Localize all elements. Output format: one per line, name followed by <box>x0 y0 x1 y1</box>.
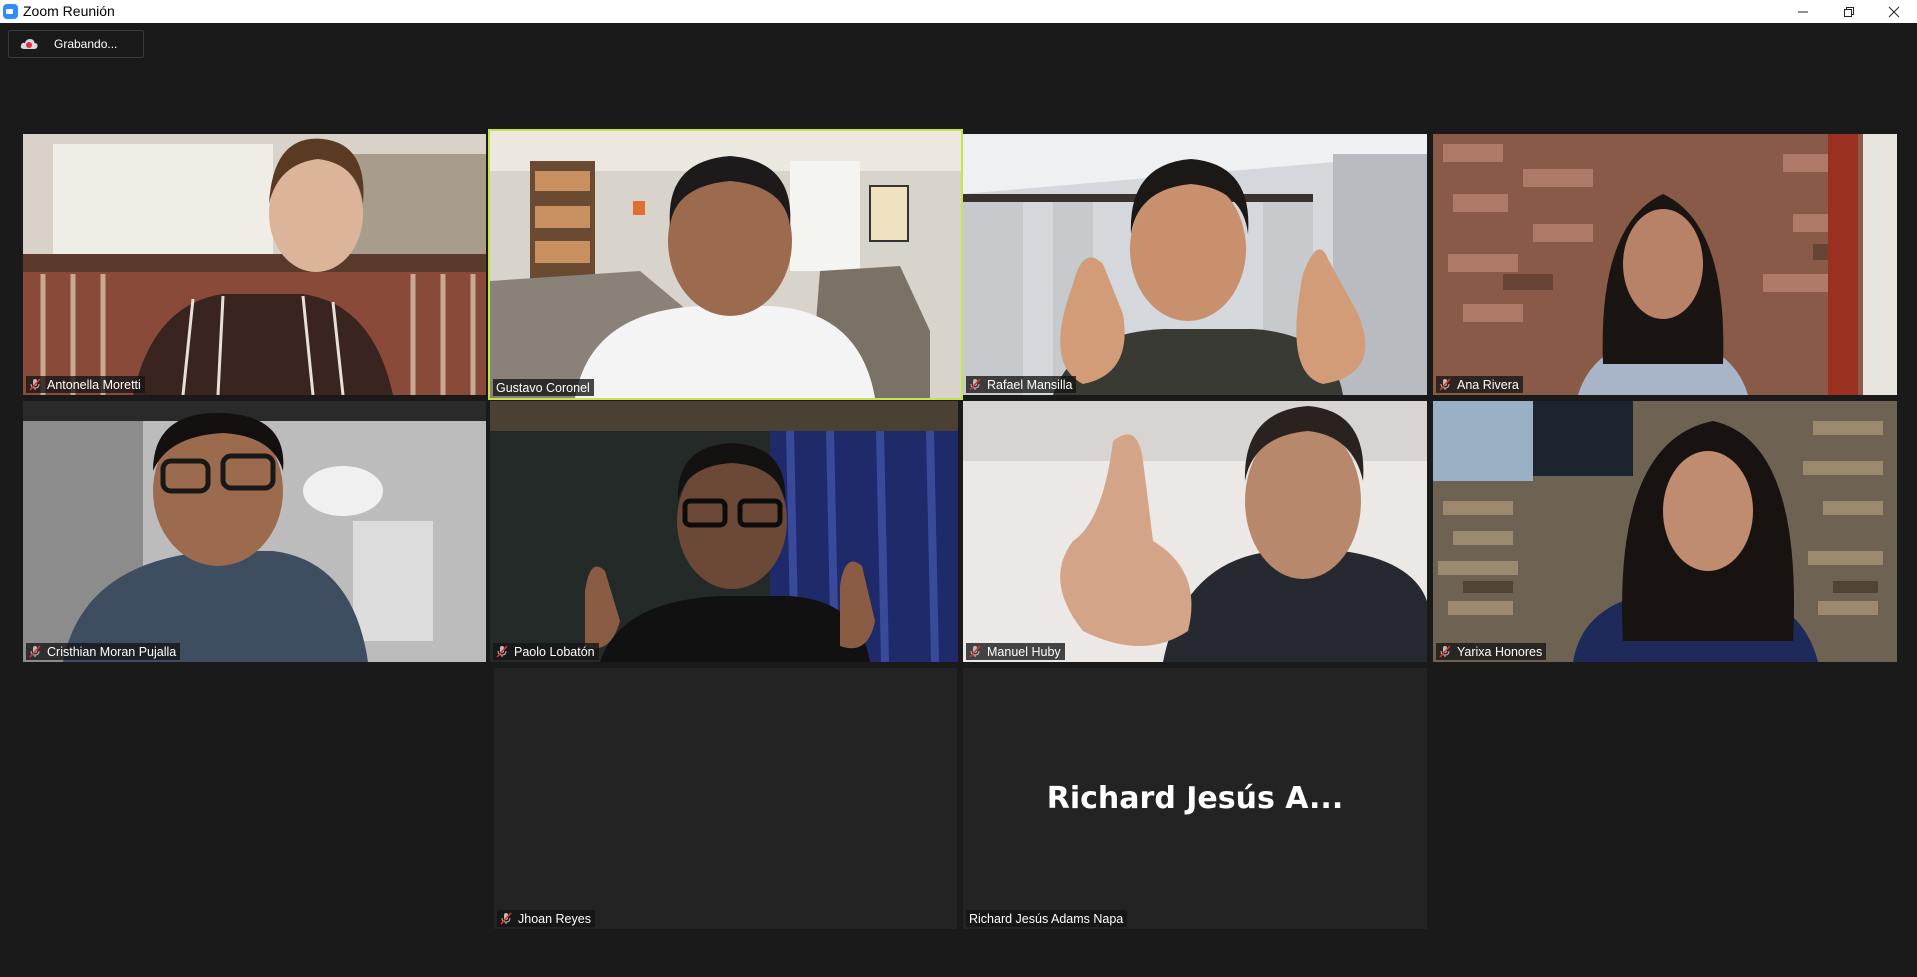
minimize-icon <box>1798 11 1808 12</box>
participant-tile-active-speaker[interactable]: Gustavo Coronel <box>488 129 963 400</box>
participant-name-label: Antonella Moretti <box>26 376 145 393</box>
minimize-button[interactable] <box>1780 0 1826 23</box>
video-feed <box>490 131 961 398</box>
participant-tile[interactable]: Rafael Mansilla <box>963 134 1427 395</box>
recording-label: Grabando... <box>54 37 118 51</box>
participant-tile[interactable]: Manuel Huby <box>963 401 1427 662</box>
restore-icon <box>1844 6 1854 17</box>
video-feed <box>963 401 1427 662</box>
participant-name-label: Cristhian Moran Pujalla <box>26 643 181 660</box>
participant-tile[interactable]: Antonella Moretti <box>23 134 486 395</box>
muted-microphone-icon <box>1439 645 1451 658</box>
participant-name-label: Richard Jesús Adams Napa <box>966 910 1128 927</box>
window-title: Zoom Reunión <box>23 3 115 19</box>
video-feed <box>23 401 486 662</box>
muted-microphone-icon <box>1439 378 1451 391</box>
zoom-app-icon <box>3 4 18 19</box>
muted-microphone-icon <box>29 645 41 658</box>
video-feed <box>23 134 486 395</box>
participant-tile-video-off[interactable]: Jhoan Reyes <box>494 668 957 929</box>
video-feed <box>1433 134 1897 395</box>
muted-microphone-icon <box>500 912 512 925</box>
participant-tile[interactable]: Cristhian Moran Pujalla <box>23 401 486 662</box>
video-feed <box>1433 401 1897 662</box>
participant-name-label: Rafael Mansilla <box>966 376 1077 393</box>
title-bar: Zoom Reunión <box>0 0 1917 23</box>
muted-microphone-icon <box>496 645 508 658</box>
recording-indicator[interactable]: Grabando... <box>8 30 144 58</box>
muted-microphone-icon <box>969 378 981 391</box>
restore-button[interactable] <box>1826 0 1872 23</box>
participant-display-name: Richard Jesús A... <box>1046 781 1344 816</box>
cloud-record-icon <box>20 39 38 49</box>
muted-microphone-icon <box>29 378 41 391</box>
participant-name-label: Yarixa Honores <box>1436 643 1547 660</box>
participant-name-label: Gustavo Coronel <box>493 379 594 396</box>
close-button[interactable] <box>1871 0 1917 23</box>
participant-tile[interactable]: Paolo Lobatón <box>490 401 958 662</box>
participant-name-label: Paolo Lobatón <box>493 643 599 660</box>
participant-name-label: Ana Rivera <box>1436 376 1523 393</box>
participant-name-label: Jhoan Reyes <box>497 910 595 927</box>
video-feed <box>963 134 1427 395</box>
close-icon <box>1888 6 1900 17</box>
participant-tile[interactable]: Yarixa Honores <box>1433 401 1897 662</box>
video-feed <box>490 401 958 662</box>
muted-microphone-icon <box>969 645 981 658</box>
participant-tile[interactable]: Ana Rivera <box>1433 134 1897 395</box>
participant-tile-video-off[interactable]: Richard Jesús A... Richard Jesús Adams N… <box>963 668 1427 929</box>
participant-name-label: Manuel Huby <box>966 643 1065 660</box>
